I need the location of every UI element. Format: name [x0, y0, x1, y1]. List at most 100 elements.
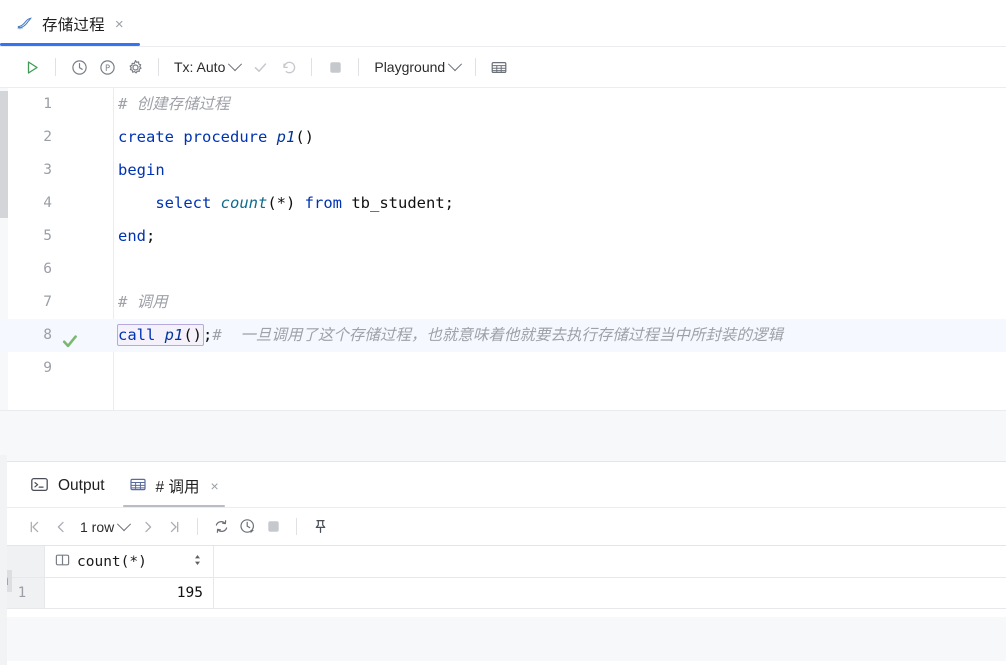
panel-tab-result[interactable]: # 调用 ×	[117, 465, 231, 507]
profile-button[interactable]: P	[93, 53, 121, 81]
toolbar-separator	[358, 58, 360, 76]
code-line[interactable]: 9	[0, 352, 1006, 385]
panel-tab-output[interactable]: Output	[18, 465, 117, 507]
sql-toolbar: P Tx: Auto Playground	[0, 47, 1006, 88]
selected-statement-box[interactable]: call p1()	[117, 324, 205, 346]
stop-icon	[268, 521, 279, 532]
row-count-label: 1 row	[80, 518, 115, 535]
stop-icon	[330, 61, 341, 73]
refresh-icon	[215, 520, 227, 533]
panel-footer-area: m	[0, 570, 1006, 661]
line-number: 6	[43, 261, 52, 277]
code-lines-container: 1 # 创建存储过程 2 create procedure p1() 3 begin 4 s…	[0, 88, 1006, 385]
code-line[interactable]: 4 select count(*) from tb_student;	[0, 187, 1006, 220]
editor-tab-close-icon[interactable]: ×	[113, 15, 126, 34]
svg-text:P: P	[104, 62, 109, 72]
code-token: tb_student;	[351, 194, 454, 212]
schema-selector[interactable]: Playground	[368, 56, 466, 78]
stop-query-button[interactable]	[260, 514, 286, 540]
clock-schedule-icon	[240, 519, 254, 534]
rollback-button[interactable]	[274, 53, 302, 81]
code-token: ()	[183, 326, 203, 344]
toolbar-separator	[158, 58, 159, 76]
editor-tab-stored-procedure[interactable]: 存储过程 ×	[0, 2, 140, 46]
code-text[interactable]: begin	[118, 154, 165, 187]
next-page-button[interactable]	[135, 514, 161, 540]
toolbar-separator	[55, 58, 56, 76]
line-number: 2	[43, 129, 52, 145]
line-number: 1	[43, 96, 52, 112]
panel-tab-bar: Output # 调用 ×	[0, 462, 1006, 507]
code-line[interactable]: 8 call p1();# 一旦调用了这个存储过程，也就意味着他就要去执行存储过程…	[0, 319, 1006, 352]
code-line[interactable]: 3 begin	[0, 154, 1006, 187]
grid-cell-count[interactable]: 195	[45, 578, 214, 609]
code-token: p1	[276, 128, 296, 146]
panel-tab-output-label: Output	[58, 477, 105, 494]
panel-left-rail	[0, 455, 7, 665]
table-row[interactable]: 1 195	[0, 578, 1006, 609]
stop-button[interactable]	[321, 53, 349, 81]
transaction-mode-selector[interactable]: Tx: Auto	[168, 56, 246, 78]
code-line[interactable]: 2 create procedure p1()	[0, 121, 1006, 154]
code-token: end	[118, 227, 146, 245]
statement-success-checkmark-icon[interactable]	[62, 328, 78, 348]
code-text[interactable]: # 创建存储过程	[118, 88, 230, 121]
result-grid[interactable]: count(*) 1 195	[0, 545, 1006, 617]
sql-editor[interactable]: 1 # 创建存储过程 2 create procedure p1() 3 begin 4 s…	[0, 88, 1006, 410]
settings-button[interactable]	[121, 53, 149, 81]
code-line[interactable]: 5 end;	[0, 220, 1006, 253]
auto-refresh-button[interactable]	[234, 514, 260, 540]
code-line[interactable]: 7 # 调用	[0, 286, 1006, 319]
editor-tab-bar: 存储过程 ×	[0, 0, 1006, 47]
first-page-button[interactable]	[22, 514, 48, 540]
tx-mode-label: Tx: Auto	[174, 59, 226, 75]
editor-tab-label: 存储过程	[42, 17, 105, 34]
sort-arrows-icon[interactable]	[192, 553, 203, 570]
pin-tab-button[interactable]	[307, 514, 333, 540]
code-line[interactable]: 6	[0, 253, 1006, 286]
code-text[interactable]: end;	[118, 220, 155, 253]
editor-bottom-gap	[0, 410, 1006, 462]
last-page-button[interactable]	[161, 514, 187, 540]
code-token: from	[304, 194, 352, 212]
code-text[interactable]: call p1();# 一旦调用了这个存储过程，也就意味着他就要去执行存储过程当…	[117, 319, 783, 352]
open-table-editor-button[interactable]	[485, 53, 513, 81]
reload-button[interactable]	[208, 514, 234, 540]
commit-button[interactable]	[246, 53, 274, 81]
toolbar-separator	[475, 58, 477, 76]
toolbar-separator	[311, 58, 313, 76]
history-button[interactable]	[65, 53, 93, 81]
panel-tab-close-icon[interactable]: ×	[210, 479, 218, 493]
line-number: 8	[43, 327, 52, 343]
result-grid-header: count(*)	[0, 546, 1006, 578]
result-toolbar-separator	[197, 518, 199, 535]
code-token: select	[155, 194, 221, 212]
grid-column-header-count[interactable]: count(*)	[45, 546, 214, 578]
code-token: (*)	[267, 194, 305, 212]
code-text[interactable]: # 调用	[118, 286, 168, 319]
code-token: 创建存储过程	[136, 95, 230, 113]
terminal-icon	[30, 476, 49, 496]
code-text[interactable]: create procedure p1()	[118, 121, 314, 154]
pin-icon	[315, 519, 326, 534]
code-token: #	[212, 326, 222, 344]
code-token: #	[118, 95, 137, 113]
prev-page-icon	[57, 521, 64, 532]
sql-ide-window: 存储过程 × P Tx: Auto Playground 1 # 创建存储过程 …	[0, 0, 1006, 665]
grid-header-filler	[214, 546, 1006, 578]
code-token: call	[118, 326, 165, 344]
gear-icon	[129, 59, 142, 73]
code-token: create procedure	[118, 128, 277, 146]
row-count-selector[interactable]: 1 row	[74, 516, 135, 537]
line-number: 4	[43, 195, 52, 211]
code-token: ;	[203, 326, 213, 344]
grid-column-label: count(*)	[77, 553, 147, 570]
execute-button[interactable]	[18, 53, 46, 81]
code-text[interactable]: select count(*) from tb_student;	[118, 187, 454, 220]
code-line[interactable]: 1 # 创建存储过程	[0, 88, 1006, 121]
active-tab-underline	[0, 43, 140, 46]
chevron-down-icon	[448, 57, 463, 72]
services-panel: Output # 调用 × 1 row count(*) 1 195	[0, 462, 1006, 661]
prev-page-button[interactable]	[48, 514, 74, 540]
